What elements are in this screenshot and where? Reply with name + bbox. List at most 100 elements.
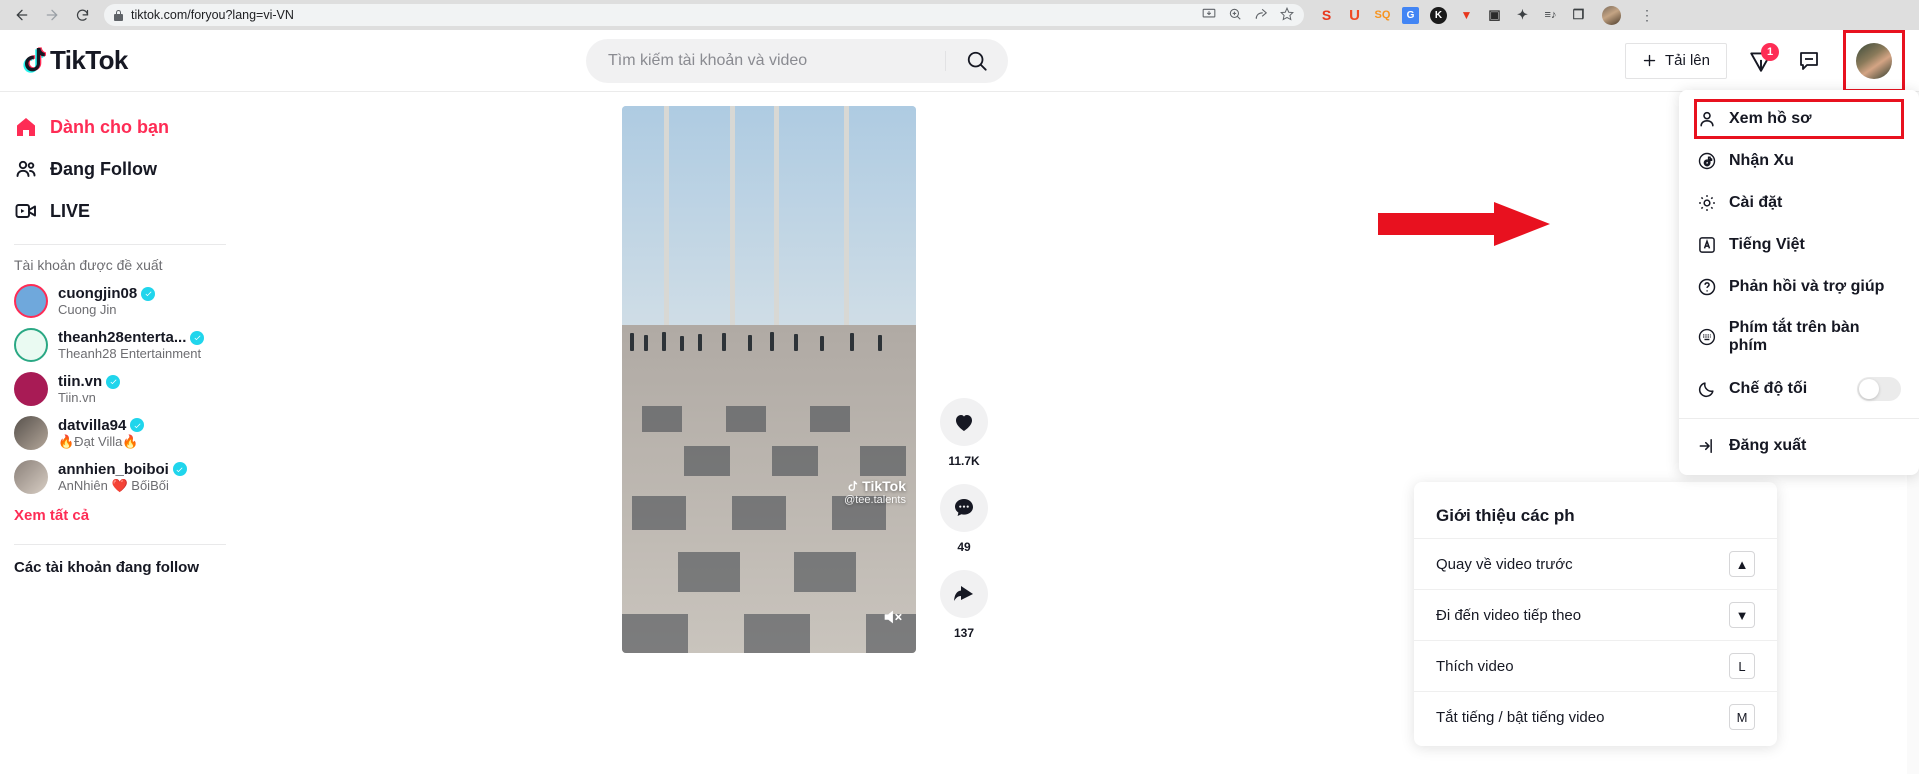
profile-avatar-button[interactable] [1843, 29, 1905, 92]
video-action-rail: 11.7K 49 137 [940, 398, 988, 648]
shortcut-mute-video: Tắt tiếng / bật tiếng video M [1414, 691, 1777, 742]
share-icon[interactable] [1254, 7, 1268, 24]
menu-settings[interactable]: Cài đặt [1679, 182, 1919, 224]
puzzle-extension[interactable]: ✦ [1514, 7, 1531, 24]
video-crowd [622, 325, 916, 380]
search-bar[interactable] [586, 38, 1008, 83]
upload-button-label: Tải lên [1664, 52, 1710, 69]
menu-dark-mode[interactable]: Chế độ tối [1679, 366, 1919, 412]
home-icon [17, 118, 35, 136]
menu-feedback-help[interactable]: Phản hồi và trợ giúp [1679, 266, 1919, 308]
seo-minion-extension[interactable]: SQ [1374, 7, 1391, 24]
google-translate-extension[interactable]: G [1402, 6, 1419, 24]
comment-button[interactable] [940, 484, 988, 532]
shortcut-like-video: Thích video L [1414, 640, 1777, 691]
kiwi-extension[interactable]: K [1430, 6, 1447, 24]
screen-capture-extension[interactable]: ▣ [1486, 7, 1503, 24]
flagpole [664, 106, 669, 347]
list-item[interactable]: theanh28enterta... Theanh28 Entertainmen… [0, 323, 240, 367]
video-player[interactable]: TikTok @tee.talents [622, 106, 916, 653]
search-button[interactable] [946, 50, 1008, 72]
list-item[interactable]: annhien_boiboi AnNhiên ❤️ BốiBối [0, 455, 240, 499]
inbox-icon[interactable]: 1 [1747, 42, 1779, 75]
menu-language[interactable]: Tiếng Việt [1679, 224, 1919, 266]
sidebar-item-live[interactable]: LIVE [0, 190, 240, 232]
browser-menu-icon[interactable]: ⋮ [1640, 7, 1654, 24]
sidebar-divider-2 [14, 544, 226, 545]
avatar [14, 372, 48, 406]
shortcut-label: Đi đến video tiếp theo [1436, 606, 1582, 624]
avatar [14, 460, 48, 494]
upload-button[interactable]: Tải lên [1624, 42, 1727, 79]
browser-reload-button[interactable] [68, 3, 96, 27]
toggle-knob [1859, 379, 1879, 399]
account-handle: cuongjin08 [58, 285, 138, 302]
sidebar-item-following[interactable]: Đang Follow [0, 148, 240, 190]
keyboard-icon [1698, 328, 1716, 346]
vidiq-extension[interactable]: ▼ [1458, 7, 1475, 24]
share-count: 137 [953, 626, 975, 640]
menu-item-label: Phản hồi và trợ giúp [1729, 278, 1885, 295]
reading-mode-extension[interactable]: ❐ [1570, 7, 1587, 24]
account-handle: tiin.vn [58, 373, 103, 390]
coin-icon [1698, 152, 1716, 170]
verified-badge-icon [172, 462, 187, 476]
seoquake-extension[interactable]: S [1318, 7, 1335, 24]
bookmark-star-icon[interactable] [1280, 6, 1294, 24]
verified-badge-icon [141, 286, 156, 301]
page-body: Dành cho bạn Đang Follow LIVE Tài khoản … [0, 90, 1919, 774]
menu-keyboard-shortcuts[interactable]: Phím tắt trên bàn phím [1679, 308, 1919, 366]
share-button[interactable] [940, 570, 988, 618]
account-display-name: 🔥Đạt Villa🔥 [58, 433, 139, 449]
list-item[interactable]: datvilla94 🔥Đạt Villa🔥 [0, 411, 240, 455]
watermark-handle: @tee.talents [844, 494, 906, 506]
tiktok-note-icon [20, 46, 47, 76]
mute-button[interactable] [878, 603, 906, 631]
menu-get-coins[interactable]: Nhận Xu [1679, 140, 1919, 182]
search-input[interactable] [586, 51, 945, 70]
sidebar-item-label: Dành cho bạn [50, 116, 170, 137]
flagpole [774, 106, 779, 358]
browser-profile-avatar[interactable] [1602, 5, 1621, 25]
lock-icon [114, 9, 123, 21]
zoom-icon[interactable] [1228, 7, 1242, 24]
comment-count: 49 [957, 540, 971, 554]
annotation-arrow [1378, 202, 1550, 246]
sidebar-item-for-you[interactable]: Dành cho bạn [0, 106, 240, 148]
shortcut-next-video: Đi đến video tiếp theo ▼ [1414, 589, 1777, 640]
like-count: 11.7K [948, 454, 980, 468]
playlist-extension[interactable]: ≡♪ [1542, 7, 1559, 24]
see-all-link[interactable]: Xem tất cả [0, 499, 240, 532]
verified-badge-icon [190, 330, 205, 345]
menu-logout[interactable]: Đăng xuất [1679, 425, 1919, 467]
menu-separator [1679, 418, 1919, 419]
like-button[interactable] [940, 398, 988, 446]
shortcut-label: Thích video [1436, 657, 1514, 675]
watermark-brand: TikTok [862, 478, 906, 494]
address-bar-url: tiktok.com/foryou?lang=vi-VN [131, 8, 294, 22]
install-icon[interactable] [1202, 7, 1216, 24]
shortcut-label: Tắt tiếng / bật tiếng video [1436, 708, 1605, 726]
account-handle: annhien_boiboi [58, 460, 169, 478]
logout-icon [1699, 439, 1712, 453]
browser-back-button[interactable] [8, 3, 36, 27]
account-display-name: Cuong Jin [58, 302, 117, 317]
following-accounts-title: Các tài khoản đang follow [14, 559, 200, 576]
message-icon[interactable] [1795, 47, 1823, 75]
header-actions: Tải lên 1 [1624, 29, 1919, 92]
browser-forward-button[interactable] [38, 3, 66, 27]
shortcut-key: L [1729, 653, 1755, 679]
shortcuts-panel-title: Giới thiệu các ph [1436, 506, 1575, 525]
sidebar-item-label: LIVE [50, 200, 91, 221]
list-item[interactable]: cuongjin08 Cuong Jin [0, 279, 240, 323]
avatar [14, 328, 48, 362]
list-item[interactable]: tiin.vn Tiin.vn [0, 367, 240, 411]
dark-mode-toggle[interactable] [1857, 377, 1901, 401]
gear-icon [1699, 195, 1715, 211]
person-icon [1700, 111, 1714, 127]
browser-address-bar[interactable]: tiktok.com/foryou?lang=vi-VN [104, 4, 1304, 26]
video-feed: TikTok @tee.talents 11.7K 49 137 Giới th… [240, 90, 1919, 774]
tiktok-logo[interactable]: TikTok [20, 45, 128, 76]
menu-view-profile[interactable]: Xem hồ sơ [1693, 98, 1905, 140]
ublock-extension[interactable]: U [1346, 7, 1363, 24]
